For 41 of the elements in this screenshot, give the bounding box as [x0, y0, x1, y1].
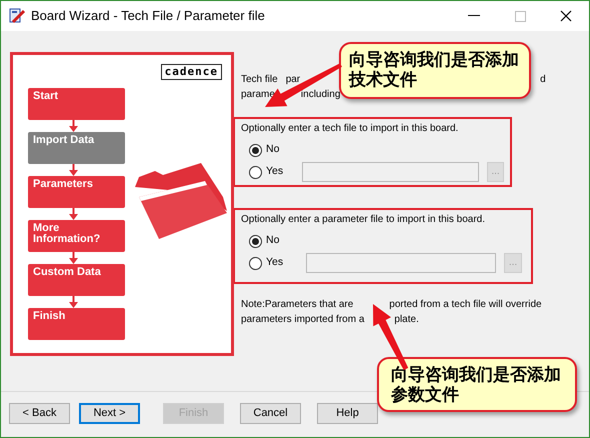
note-text: parameters imported from a	[241, 313, 364, 327]
wizard-step: More Information?	[28, 220, 125, 252]
connector-arrow	[69, 296, 78, 308]
note-text: plate.	[394, 313, 419, 327]
app-icon	[9, 8, 25, 24]
radio-option[interactable]: Yes	[249, 255, 306, 271]
connector-arrow	[69, 208, 78, 220]
radio-option[interactable]: No	[249, 233, 306, 249]
wizard-button[interactable]: < Back	[9, 403, 70, 424]
connector-arrow	[69, 120, 78, 132]
wizard-button[interactable]: Help	[317, 403, 378, 424]
wizard-step: Finish	[28, 308, 125, 340]
wizard-button[interactable]: Next >	[79, 403, 140, 424]
wizard-button[interactable]: Cancel	[240, 403, 301, 424]
maximize-icon[interactable]	[514, 10, 526, 22]
folder-icon	[135, 163, 227, 241]
logo: cadence	[160, 64, 222, 80]
intro-text: par	[286, 73, 300, 87]
connector-arrow	[69, 164, 78, 176]
file-path-field[interactable]	[306, 253, 496, 273]
prompt-text: Optionally enter a tech file to import in this board.	[241, 122, 460, 136]
intro-text: Tech file	[241, 73, 278, 87]
wizard-step: Import Data	[28, 132, 125, 164]
file-path-field[interactable]	[302, 162, 480, 182]
intro-text: including	[300, 88, 340, 102]
radio-option[interactable]: Yes	[249, 164, 302, 180]
intro-text: d	[540, 73, 546, 87]
prompt-text: Optionally enter a parameter file to import in this board.	[241, 213, 486, 227]
radio-option[interactable]: No	[249, 142, 306, 158]
wizard-step: Custom Data	[28, 264, 125, 296]
note-text: ported from a tech file will override	[389, 298, 542, 312]
intro-text: parame	[241, 88, 275, 102]
callout-note: 向导咨询我们是否添加 技术文件	[339, 42, 531, 99]
wizard-step: Parameters	[28, 176, 125, 208]
wizard-step: Start	[28, 88, 125, 120]
minimize-icon[interactable]	[468, 15, 480, 17]
note-text: Note:Parameters that are	[241, 298, 354, 312]
callout-note: 向导咨询我们是否添加 参数文件	[377, 357, 577, 412]
window-title: Board Wizard - Tech File / Parameter file	[31, 7, 265, 26]
close-icon[interactable]	[560, 10, 572, 22]
connector-arrow	[69, 252, 78, 264]
